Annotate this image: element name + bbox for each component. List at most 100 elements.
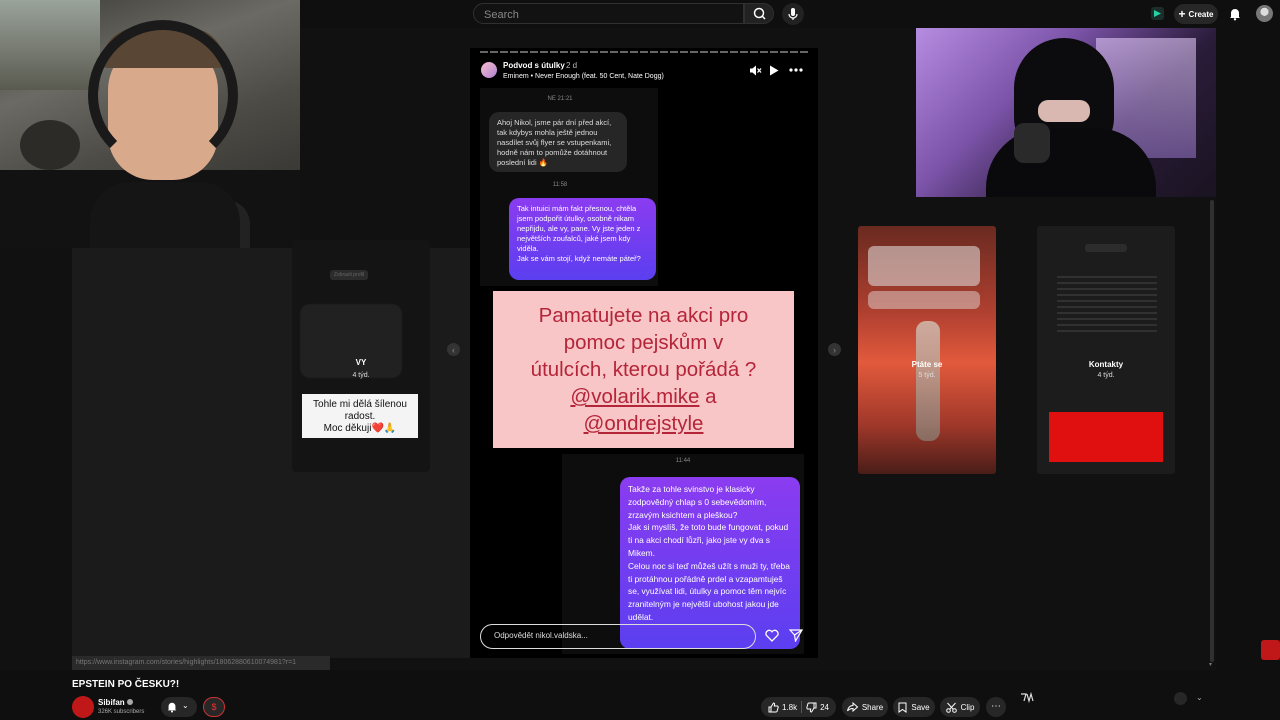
send-icon	[789, 629, 803, 642]
send-button[interactable]	[789, 629, 803, 642]
highlight-thumbnail[interactable]: Kontakty 4 týd.	[1037, 226, 1175, 474]
chat-timestamp: NE 21:21	[547, 96, 573, 102]
mic-icon	[788, 8, 798, 20]
subscriber-count: 326K subscribers	[98, 709, 145, 715]
streamer-webcam-left	[0, 0, 300, 248]
studio-icon[interactable]	[1151, 7, 1164, 20]
next-story-button[interactable]: ›	[828, 343, 841, 356]
channel-badge-icon[interactable]	[1261, 640, 1280, 660]
like-story-button[interactable]	[765, 629, 779, 642]
story-author[interactable]: Podvod s útulky	[503, 61, 565, 70]
flyer-card: Pamatujete na akci pro pomoc pejskům v ú…	[493, 291, 794, 448]
dislike-count: 24	[820, 702, 830, 712]
flyer-line: útulcích, kterou pořádá ?	[530, 358, 757, 381]
red-contact-box	[1049, 412, 1163, 462]
status-url: https://www.instagram.com/stories/highli…	[72, 656, 330, 670]
divider	[801, 701, 803, 713]
more-icon: ⋯	[991, 701, 1001, 712]
more-icon	[789, 68, 803, 72]
blurred-label	[1085, 244, 1127, 252]
highlight-title: Ptáte se	[911, 360, 943, 369]
flyer-and: a	[705, 385, 717, 408]
share-panel-icon[interactable]	[1174, 692, 1187, 705]
blurred-text	[1057, 276, 1157, 336]
more-actions-button[interactable]: ⋯	[986, 697, 1006, 717]
share-label: Share	[861, 702, 884, 712]
dislike-button[interactable]: 24	[806, 702, 829, 713]
streamer-webcam-right	[916, 28, 1216, 197]
verified-icon	[127, 699, 133, 705]
view-profile-button[interactable]: Zobrazit profil	[330, 270, 368, 280]
story-song[interactable]: Eminem • Never Enough (feat. 50 Cent, Na…	[503, 73, 664, 80]
person-figure	[916, 321, 940, 441]
mute-icon	[750, 65, 762, 76]
video-title: EPSTEIN PO ČESKU?!	[72, 679, 180, 690]
highlight-title: Kontakty	[1088, 360, 1124, 369]
chevron-down-icon[interactable]: ⌄	[1196, 693, 1203, 702]
like-count: 1.8k	[781, 702, 798, 712]
reply-box[interactable]	[480, 624, 756, 649]
play-icon	[770, 65, 779, 76]
story-avatar[interactable]	[481, 62, 497, 78]
bell-icon	[167, 702, 177, 713]
create-label: Create	[1188, 9, 1214, 19]
join-button[interactable]: $	[203, 697, 225, 717]
save-label: Save	[911, 702, 930, 712]
chevron-down-icon: ⌄	[182, 701, 189, 710]
highlight-thumbnail[interactable]: Ptáte se 5 týd.	[858, 226, 996, 474]
highlight-age: 4 týd.	[1097, 372, 1115, 379]
flyer-line: Pamatujete na akci pro	[538, 304, 749, 327]
story-progress-bars	[480, 51, 808, 53]
save-button[interactable]: Save	[893, 697, 935, 717]
blurred-message	[868, 246, 980, 286]
subscription-bell-button[interactable]: ⌄	[161, 697, 197, 717]
create-button[interactable]: + Create	[1174, 4, 1218, 24]
chat-message-grey: Ahoj Nikol, jsme pár dní před akcí, tak …	[489, 112, 627, 172]
share-icon	[846, 702, 858, 712]
clip-button[interactable]: Clip	[940, 697, 980, 717]
search-icon	[753, 7, 766, 20]
voice-search-button[interactable]	[782, 3, 804, 25]
streamer-logo-icon	[1020, 692, 1035, 703]
highlight-age: 5 týd.	[918, 372, 936, 379]
like-button[interactable]: 1.8k	[768, 701, 798, 713]
highlight-preview-left[interactable]: Zobrazit profil VY 4 týd. Tohle mi dělá …	[292, 240, 430, 472]
clip-label: Clip	[960, 702, 975, 712]
chat-message-purple: Tak intuici mám fakt přesnou, chtěla jse…	[509, 198, 656, 280]
bell-icon	[1230, 9, 1240, 21]
like-icon	[768, 701, 779, 712]
search-box[interactable]	[473, 3, 744, 24]
chevron-left-icon: ‹	[452, 344, 455, 355]
search-button[interactable]	[744, 3, 774, 24]
save-icon	[898, 702, 907, 713]
highlight-title: VY	[355, 358, 367, 367]
flyer-line: pomoc pejskům v	[563, 331, 724, 354]
story-more-button[interactable]	[789, 68, 803, 72]
clip-icon	[945, 702, 957, 713]
search-input[interactable]	[482, 6, 736, 24]
chat-timestamp: 11:58	[552, 182, 568, 188]
previous-story-button[interactable]: ‹	[447, 343, 460, 356]
mute-button[interactable]	[749, 64, 762, 77]
account-avatar[interactable]	[1256, 5, 1273, 22]
highlight-caption: Tohle mi dělá šílenou radost. Moc děkuji…	[302, 394, 418, 438]
channel-name[interactable]: Sibifan	[98, 698, 125, 707]
highlight-age: 4 týd.	[352, 372, 370, 379]
like-dislike-group: 1.8k 24	[761, 697, 836, 717]
dollar-icon: $	[211, 702, 217, 712]
scrollbar[interactable]: ▾	[1208, 200, 1216, 670]
heart-icon	[765, 629, 779, 642]
flyer-handle[interactable]: @volarik.mike	[570, 385, 699, 408]
story-age: 2 d	[566, 61, 578, 70]
channel-avatar[interactable]	[72, 696, 94, 718]
chat-timestamp: 11:44	[675, 458, 691, 464]
blurred-message	[868, 291, 980, 309]
notifications-button[interactable]	[1228, 7, 1242, 21]
dislike-icon	[806, 702, 817, 713]
reply-input[interactable]	[492, 630, 746, 641]
chevron-right-icon: ›	[833, 344, 836, 355]
flyer-handle[interactable]: @ondrejstyle	[501, 410, 786, 437]
play-button[interactable]	[769, 65, 779, 76]
plus-icon: +	[1178, 7, 1186, 21]
share-button[interactable]: Share	[842, 697, 888, 717]
